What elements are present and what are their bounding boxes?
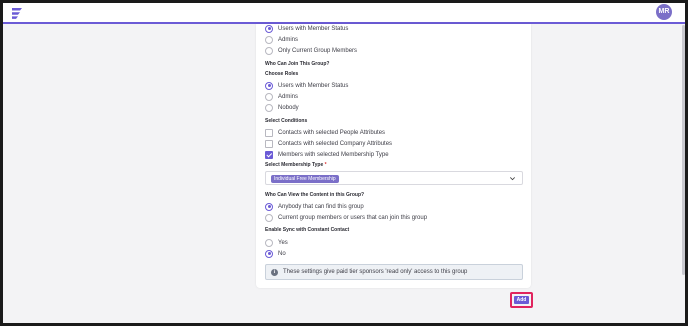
radio-button[interactable] bbox=[265, 202, 273, 211]
checkbox[interactable] bbox=[265, 139, 273, 148]
radio-button[interactable] bbox=[265, 249, 273, 258]
radio-button[interactable] bbox=[265, 103, 273, 112]
radio-button[interactable] bbox=[265, 238, 273, 247]
role-option-nobody[interactable]: Nobody bbox=[265, 103, 299, 112]
app-frame: MR Users with Member Status Admins Only … bbox=[3, 3, 685, 323]
option-label: Admins bbox=[278, 93, 299, 100]
membership-type-chip[interactable]: Individual Free Membership bbox=[271, 175, 339, 183]
option-label: Yes bbox=[278, 239, 288, 246]
option-label: Users with Member Status bbox=[278, 82, 349, 89]
option-label: Users with Member Status bbox=[278, 25, 349, 32]
condition-people-attributes[interactable]: Contacts with selected People Attributes bbox=[265, 128, 385, 137]
sync-section-title: Enable Sync with Constant Contact bbox=[265, 227, 350, 233]
top-option-admins[interactable]: Admins bbox=[265, 35, 298, 44]
role-option-member-status[interactable]: Users with Member Status bbox=[265, 81, 348, 90]
option-label: Anybody that can find this group bbox=[278, 203, 364, 210]
sync-option-no[interactable]: No bbox=[265, 249, 286, 258]
top-bar: MR bbox=[3, 3, 685, 24]
radio-button[interactable] bbox=[265, 35, 273, 44]
app-logo-icon[interactable] bbox=[9, 5, 25, 21]
view-option-members[interactable]: Current group members or users that can … bbox=[265, 213, 427, 222]
radio-button[interactable] bbox=[265, 81, 273, 90]
membership-type-title: Select Membership Type * bbox=[265, 162, 327, 168]
radio-button[interactable] bbox=[265, 46, 273, 55]
option-label: Contacts with selected People Attributes bbox=[278, 129, 386, 136]
join-section-title: Who Can Join This Group? bbox=[265, 61, 330, 67]
radio-button[interactable] bbox=[265, 92, 273, 101]
condition-membership-type[interactable]: Members with selected Membership Type bbox=[265, 150, 389, 159]
option-label: Members with selected Membership Type bbox=[278, 151, 389, 158]
sync-option-yes[interactable]: Yes bbox=[265, 238, 288, 247]
option-label: Current group members or users that can … bbox=[278, 214, 428, 221]
info-banner: i These settings give paid tier sponsors… bbox=[265, 264, 523, 280]
chevron-down-icon[interactable] bbox=[509, 175, 516, 182]
view-option-anybody[interactable]: Anybody that can find this group bbox=[265, 202, 364, 211]
view-section-title: Who Can View the Content in this Group? bbox=[265, 192, 365, 198]
option-label: Only Current Group Members bbox=[278, 47, 358, 54]
checkbox[interactable] bbox=[265, 150, 273, 159]
info-icon: i bbox=[271, 268, 278, 276]
condition-company-attributes[interactable]: Contacts with selected Company Attribute… bbox=[265, 139, 392, 148]
choose-roles-title: Choose Roles bbox=[265, 71, 299, 77]
info-text: These settings give paid tier sponsors '… bbox=[283, 269, 468, 275]
scrollbar[interactable] bbox=[682, 25, 685, 275]
radio-button[interactable] bbox=[265, 213, 273, 222]
option-label: Admins bbox=[278, 36, 299, 43]
membership-type-label: Select Membership Type bbox=[265, 162, 324, 168]
add-button[interactable]: Add bbox=[514, 296, 529, 304]
checkbox[interactable] bbox=[265, 128, 273, 137]
add-button-highlight: Add bbox=[510, 292, 533, 308]
role-option-admins[interactable]: Admins bbox=[265, 92, 298, 101]
option-label: Nobody bbox=[278, 104, 299, 111]
option-label: No bbox=[278, 250, 286, 257]
avatar[interactable]: MR bbox=[656, 4, 672, 20]
top-option-member-status[interactable]: Users with Member Status bbox=[265, 24, 348, 33]
conditions-title: Select Conditions bbox=[265, 118, 308, 124]
option-label: Contacts with selected Company Attribute… bbox=[278, 140, 393, 147]
radio-button[interactable] bbox=[265, 24, 273, 33]
top-option-current-members[interactable]: Only Current Group Members bbox=[265, 46, 357, 55]
membership-type-select[interactable]: Individual Free Membership bbox=[265, 171, 523, 185]
group-settings-card: Users with Member Status Admins Only Cur… bbox=[256, 24, 531, 288]
required-marker: * bbox=[324, 162, 327, 168]
